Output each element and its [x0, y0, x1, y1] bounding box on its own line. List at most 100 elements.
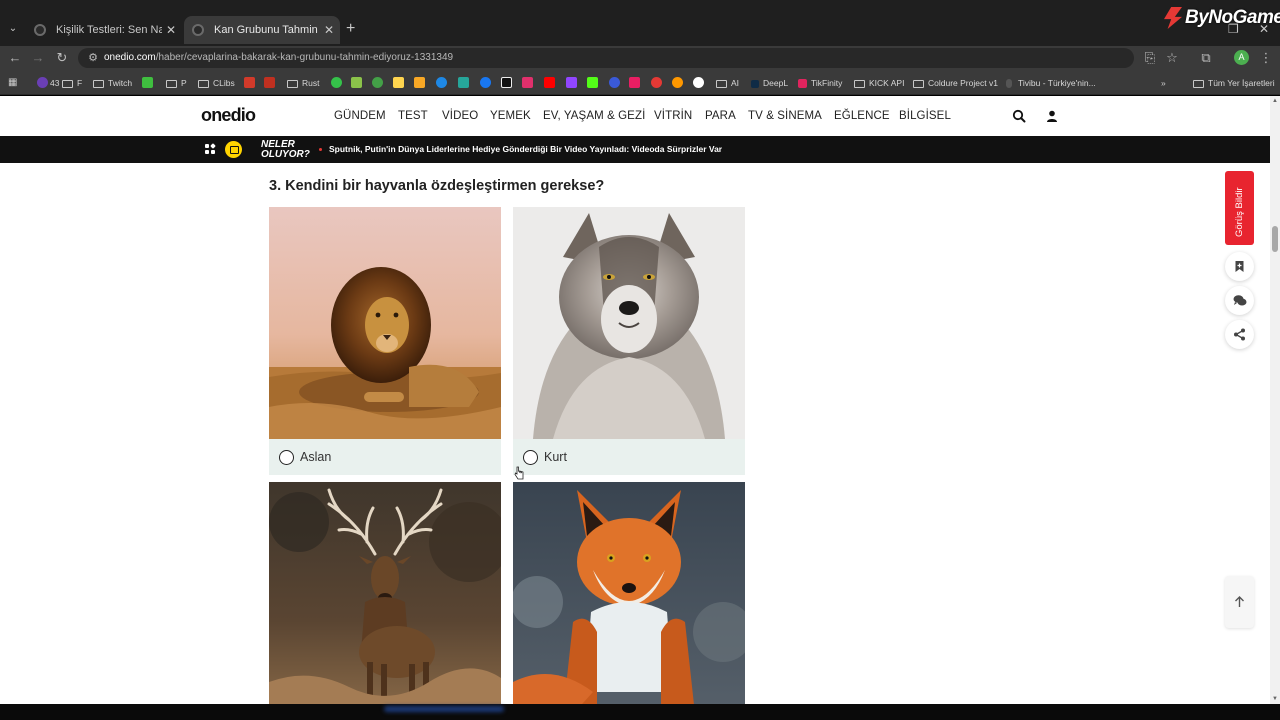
- option-label-bar[interactable]: Aslan: [269, 439, 501, 475]
- bookmark-red2-icon[interactable]: [264, 77, 275, 88]
- bookmark-green-icon[interactable]: [142, 77, 153, 88]
- bookmark-icon-6[interactable]: [436, 77, 447, 88]
- bookmark-tivibu[interactable]: Tivibu - Türkiye'nin...: [1006, 76, 1096, 90]
- wolf-image[interactable]: [513, 207, 745, 439]
- folder-icon: [913, 79, 924, 88]
- quiz-option-deer[interactable]: [269, 482, 501, 704]
- scroll-thumb[interactable]: [1272, 226, 1278, 252]
- bookmark-icon-10[interactable]: [672, 77, 683, 88]
- bookmark-folder-kick-api[interactable]: KICK API: [854, 76, 904, 90]
- ticker-headline[interactable]: Sputnik, Putin'in Dünya Liderlerine Hedi…: [329, 144, 722, 154]
- scroll-up-arrow-icon[interactable]: ▲: [1272, 98, 1278, 104]
- extensions-icon[interactable]: ⧉: [1198, 50, 1214, 66]
- scroll-to-top-button[interactable]: [1225, 576, 1254, 628]
- tiktok-icon[interactable]: [501, 77, 512, 88]
- bookmark-folder-p[interactable]: P: [166, 76, 187, 90]
- browser-tab-active[interactable]: Kan Grubunu Tahmin Edebilecek ✕: [184, 16, 340, 44]
- browser-menu-icon[interactable]: ⋮: [1258, 50, 1274, 66]
- tab-close-icon[interactable]: ✕: [324, 16, 334, 44]
- bookmark-folder-rust[interactable]: Rust: [287, 76, 319, 90]
- bookmark-folder-coldure[interactable]: Coldure Project v1: [913, 76, 998, 90]
- bookmark-43[interactable]: 43: [50, 76, 59, 90]
- radio-button[interactable]: [279, 450, 294, 465]
- install-app-icon[interactable]: ⎘: [1142, 50, 1158, 66]
- bookmark-icon-7[interactable]: [458, 77, 469, 88]
- site-info-icon[interactable]: ⚙: [86, 51, 100, 65]
- tab-close-icon[interactable]: ✕: [166, 16, 176, 44]
- bookmark-label: DeepL: [763, 78, 789, 88]
- bookmark-icon-r[interactable]: [609, 77, 620, 88]
- reload-icon[interactable]: ↻: [54, 50, 70, 66]
- tab-search-chevron-icon[interactable]: ⌄: [6, 22, 20, 36]
- github-icon[interactable]: [693, 77, 704, 88]
- nav-yemek[interactable]: YEMEK: [490, 110, 531, 122]
- user-icon[interactable]: [1045, 109, 1059, 123]
- nav-tv-sinema[interactable]: TV & SİNEMA: [748, 110, 822, 122]
- grid-menu-icon[interactable]: [205, 143, 216, 155]
- folder-icon: [854, 79, 865, 88]
- facebook-icon[interactable]: [480, 77, 491, 88]
- nav-eglence[interactable]: EĞLENCE: [834, 110, 890, 122]
- bookmark-tikfinity[interactable]: TikFinity: [798, 76, 842, 90]
- bookmark-icon-9[interactable]: [651, 77, 662, 88]
- feedback-button[interactable]: Görüş Bildir: [1225, 171, 1254, 245]
- bookmark-icon-8[interactable]: [629, 77, 640, 88]
- onedio-logo[interactable]: onedio: [201, 105, 256, 126]
- nav-ev-yasam-gezi[interactable]: EV, YAŞAM & GEZİ: [543, 110, 645, 122]
- nav-gundem[interactable]: GÜNDEM: [334, 110, 386, 122]
- more-bookmarks-chevron-icon[interactable]: »: [1161, 76, 1166, 90]
- option-label-bar[interactable]: Kurt: [513, 439, 745, 475]
- profile-avatar[interactable]: A: [1234, 50, 1249, 65]
- bookmark-red-icon[interactable]: [244, 77, 255, 88]
- comments-button[interactable]: [1225, 286, 1254, 315]
- bookmark-icon-3[interactable]: [372, 77, 383, 88]
- close-window-icon[interactable]: ✕: [1259, 22, 1269, 36]
- quiz-option-aslan[interactable]: Aslan: [269, 207, 501, 475]
- address-field[interactable]: ⚙ onedio.com/haber/cevaplarina-bakarak-k…: [78, 48, 1134, 68]
- bookmark-folder-clibs[interactable]: CLibs: [198, 76, 235, 90]
- bookmark-folder-ai[interactable]: AI: [716, 76, 739, 90]
- ticker-label: NELER OLUYOR?: [261, 139, 310, 160]
- scroll-down-arrow-icon[interactable]: ▼: [1272, 696, 1278, 702]
- fox-image[interactable]: [513, 482, 745, 704]
- kick-icon[interactable]: [587, 77, 598, 88]
- os-taskbar: [0, 704, 1280, 720]
- forward-arrow-icon[interactable]: →: [30, 50, 46, 66]
- youtube-icon[interactable]: [544, 77, 555, 88]
- tab-favicon-icon: [192, 24, 204, 36]
- bookmark-button[interactable]: [1225, 252, 1254, 281]
- share-button[interactable]: [1225, 320, 1254, 349]
- bookmark-folder-all[interactable]: Tüm Yer İşaretleri: [1193, 76, 1275, 90]
- search-icon[interactable]: [1012, 109, 1026, 123]
- folder-icon: [198, 79, 209, 88]
- restore-window-icon[interactable]: ❐: [1228, 22, 1239, 36]
- new-tab-plus-icon[interactable]: +: [346, 20, 355, 38]
- bookmark-folder-twitch[interactable]: Twitch: [93, 76, 132, 90]
- radio-button[interactable]: [523, 450, 538, 465]
- nav-test[interactable]: TEST: [398, 110, 428, 122]
- lion-image[interactable]: [269, 207, 501, 439]
- bookmark-icon-5[interactable]: [414, 77, 425, 88]
- bookmark-deepl[interactable]: DeepL: [751, 76, 788, 90]
- url-text[interactable]: onedio.com/haber/cevaplarina-bakarak-kan…: [104, 52, 453, 63]
- bookmark-icon-4[interactable]: [393, 77, 404, 88]
- quiz-question-title: 3. Kendini bir hayvanla özdeşleştirmen g…: [269, 178, 605, 194]
- apps-grid-icon[interactable]: ▦: [8, 77, 19, 88]
- bookmark-icon-2[interactable]: [351, 77, 362, 88]
- nav-video[interactable]: VİDEO: [442, 110, 478, 122]
- quiz-option-fox[interactable]: [513, 482, 745, 704]
- instagram-icon[interactable]: [522, 77, 533, 88]
- bookmark-folder-f[interactable]: F: [62, 76, 82, 90]
- bookmark-43-icon[interactable]: [37, 77, 48, 88]
- deer-image[interactable]: [269, 482, 501, 704]
- browser-tab-inactive[interactable]: Kişilik Testleri: Sen Nasıl Birisin? ✕: [26, 16, 182, 44]
- nav-vitrin[interactable]: VİTRİN: [654, 110, 692, 122]
- bookmark-icon-1[interactable]: [331, 77, 342, 88]
- page-scrollbar[interactable]: ▲ ▼: [1270, 96, 1280, 704]
- bookmark-star-icon[interactable]: ☆: [1164, 50, 1180, 66]
- quiz-option-kurt[interactable]: Kurt: [513, 207, 745, 475]
- nav-para[interactable]: PARA: [705, 110, 736, 122]
- nav-bilgisel[interactable]: BİLGİSEL: [899, 110, 951, 122]
- twitch-icon[interactable]: [566, 77, 577, 88]
- back-arrow-icon[interactable]: ←: [7, 50, 23, 66]
